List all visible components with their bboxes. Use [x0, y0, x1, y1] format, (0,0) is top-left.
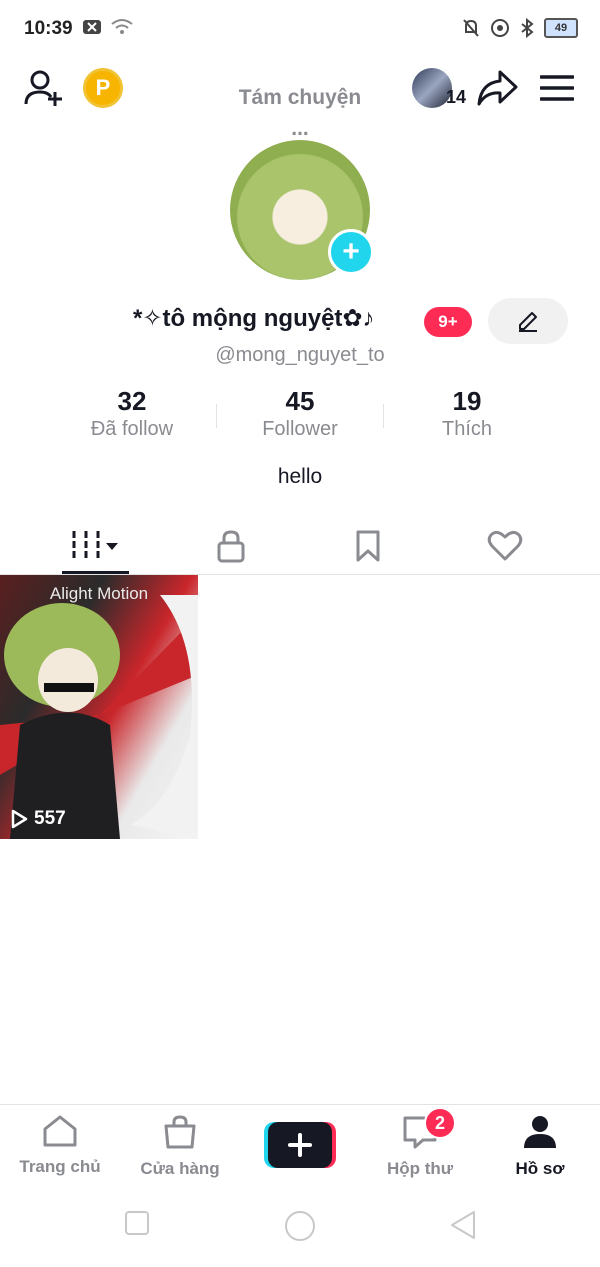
- stat-divider: [383, 404, 384, 428]
- tab-videos[interactable]: [20, 520, 170, 572]
- video-watermark: Alight Motion: [49, 584, 149, 603]
- status-icons-right: 49: [462, 18, 578, 38]
- status-time: 10:39: [24, 18, 73, 39]
- stat-following-value: 32: [117, 386, 147, 416]
- lock-icon: [217, 530, 245, 563]
- username: @mong_nguyet_to: [215, 344, 385, 366]
- stat-following-label: Đã follow: [90, 418, 174, 440]
- stat-divider: [216, 404, 217, 428]
- stat-following[interactable]: 32 Đã follow: [72, 386, 192, 441]
- nav-home-label: Trang chủ: [19, 1157, 101, 1176]
- back-icon[interactable]: [450, 1210, 476, 1240]
- pencil-icon: [519, 312, 537, 332]
- nav-profile-label: Hồ sơ: [515, 1159, 565, 1178]
- mute-bell-icon: [463, 19, 479, 37]
- nav-inbox-label: Hộp thư: [386, 1159, 454, 1178]
- tab-liked[interactable]: [430, 520, 580, 572]
- add-friend-icon[interactable]: [24, 68, 64, 108]
- stat-followers-label: Follower: [262, 418, 338, 440]
- notification-badge[interactable]: 9+: [424, 307, 472, 337]
- video-view-count: 557: [34, 808, 66, 829]
- home-system-icon[interactable]: [284, 1210, 316, 1242]
- nav-home[interactable]: Trang chủ: [0, 1114, 120, 1177]
- page-title[interactable]: Tám chuyện ...: [230, 82, 370, 144]
- stat-likes-label: Thích: [441, 418, 493, 440]
- create-plus-icon[interactable]: [264, 1122, 336, 1168]
- nav-shop[interactable]: Cửa hàng: [120, 1114, 240, 1179]
- profile-icon: [524, 1116, 556, 1148]
- nav-shop-label: Cửa hàng: [140, 1159, 220, 1178]
- bluetooth-icon: [521, 18, 534, 38]
- battery-icon: 49: [544, 18, 578, 38]
- edit-profile-button[interactable]: [488, 298, 568, 344]
- stat-likes-value: 19: [452, 386, 482, 416]
- bio: hello: [277, 465, 323, 488]
- stat-followers[interactable]: 45 Follower: [240, 386, 360, 441]
- bottom-nav-divider: [0, 1104, 600, 1105]
- video-thumbnail[interactable]: [0, 575, 198, 839]
- coins-button[interactable]: P: [83, 68, 123, 108]
- tab-private[interactable]: [156, 520, 306, 572]
- stat-followers-value: 45: [285, 386, 315, 416]
- play-icon: [11, 809, 28, 829]
- stat-likes[interactable]: 19 Thích: [407, 386, 527, 441]
- location-icon: [491, 19, 509, 37]
- video-views: 557: [10, 808, 66, 830]
- bookmark-icon: [356, 530, 380, 562]
- nav-inbox[interactable]: Hộp thư: [360, 1114, 480, 1179]
- share-icon[interactable]: [476, 68, 518, 108]
- video-thumbnail-art: [0, 595, 198, 839]
- status-icons-left: [82, 18, 134, 36]
- tab-saved[interactable]: [293, 520, 443, 572]
- wifi-icon: [111, 19, 133, 34]
- inbox-badge: 2: [424, 1107, 456, 1139]
- videos-grid-icon: [72, 531, 118, 561]
- menu-icon[interactable]: [540, 74, 574, 102]
- home-icon: [43, 1115, 77, 1147]
- visitor-count: 14: [446, 87, 467, 107]
- notification-x-icon: [83, 20, 101, 34]
- add-story-icon[interactable]: +: [328, 229, 374, 275]
- display-name: *✧tô mộng nguyệt✿♪: [133, 305, 375, 332]
- nav-profile[interactable]: Hồ sơ: [480, 1114, 600, 1179]
- profile-visitors-button[interactable]: 14: [412, 68, 466, 108]
- heart-icon: [487, 530, 523, 561]
- recent-apps-icon[interactable]: [124, 1210, 150, 1236]
- shopping-bag-icon: [164, 1115, 196, 1149]
